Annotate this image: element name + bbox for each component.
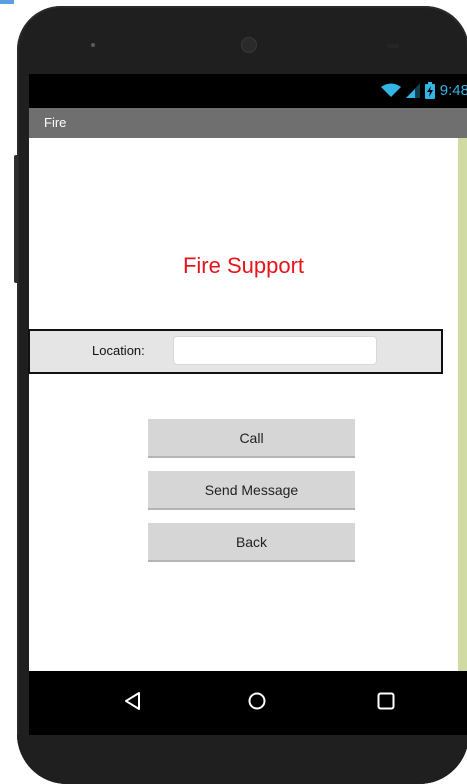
- screen: Fire Support Location: Call Send Message…: [28, 138, 458, 671]
- app-title: Fire: [44, 115, 67, 130]
- corner-accent: [0, 0, 14, 4]
- home-circle-icon: [247, 691, 267, 716]
- wifi-icon: [380, 83, 401, 98]
- location-input[interactable]: [173, 336, 377, 365]
- camera-icon: [242, 38, 256, 52]
- status-icons: 9:48: [380, 82, 467, 99]
- sensor: [387, 44, 399, 48]
- nav-home-button[interactable]: [241, 687, 273, 719]
- send-message-button[interactable]: Send Message: [148, 471, 355, 510]
- status-time: 9:48: [439, 82, 467, 99]
- bottom-bezel: [17, 735, 467, 784]
- location-label: Location:: [92, 343, 145, 358]
- phone-frame: 9:48 Fire Fire Support Location: Call Se…: [17, 6, 467, 784]
- canvas: 9:48 Fire Fire Support Location: Call Se…: [0, 0, 467, 784]
- recents-square-icon: [376, 691, 396, 716]
- location-row: Location:: [28, 329, 443, 374]
- nav-recents-button[interactable]: [370, 687, 402, 719]
- back-triangle-icon: [123, 691, 143, 716]
- top-bezel: [17, 6, 467, 68]
- nav-bar: [29, 671, 467, 735]
- page-title: Fire Support: [182, 253, 305, 278]
- battery-icon: [424, 82, 435, 99]
- screen-edge: [458, 138, 467, 671]
- status-bar: 9:48: [29, 74, 467, 108]
- nav-back-button[interactable]: [117, 687, 149, 719]
- app-bar: Fire: [29, 108, 467, 138]
- speaker-dot: [91, 43, 95, 47]
- call-button[interactable]: Call: [148, 419, 355, 458]
- signal-icon: [405, 83, 420, 98]
- back-button[interactable]: Back: [148, 523, 355, 562]
